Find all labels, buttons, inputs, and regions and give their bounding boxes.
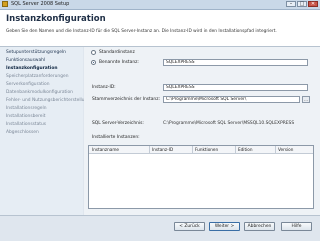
next-button[interactable]: Weiter > (209, 222, 240, 231)
step-ready-to-install: Installationsbereit (6, 114, 46, 119)
step-server-configuration: Serverkonfiguration (6, 82, 50, 87)
back-button[interactable]: < Zurück (174, 222, 205, 231)
table-header: Instanzname Instanz-ID Funktionen Editio… (89, 146, 313, 154)
footer-bar: < Zurück Weiter > Abbrechen Hilfe (0, 215, 320, 241)
step-instance-configuration[interactable]: Instanzkonfiguration (6, 66, 57, 71)
sql-directory-value: C:\Programme\Microsoft SQL Server\MSSQL1… (163, 121, 295, 126)
maximize-button[interactable]: □ (297, 1, 307, 7)
column-header-edition[interactable]: Edition (238, 147, 253, 152)
sql-directory-label: SQL Server-Verzeichnis: (92, 121, 144, 126)
column-separator (192, 146, 193, 153)
window-title: SQL Server 2008 Setup (11, 1, 70, 7)
named-instance-input[interactable]: SQLEXPRESS (163, 59, 308, 66)
column-separator (275, 146, 276, 153)
column-header-version[interactable]: Version (278, 147, 293, 152)
column-header-instance-name[interactable]: Instanzname (92, 147, 119, 152)
instance-id-input[interactable]: SQLEXPRESS (163, 84, 308, 91)
step-disk-space: Speicherplatzanforderungen (6, 74, 69, 79)
steps-sidebar: Setupunterstützungsregeln Funktionsauswa… (0, 47, 90, 215)
column-separator (235, 146, 236, 153)
page-title: Instanzkonfiguration (6, 14, 106, 24)
browse-button[interactable]: ... (302, 96, 310, 103)
step-setup-rules[interactable]: Setupunterstützungsregeln (6, 50, 66, 55)
column-separator (149, 146, 150, 153)
title-bar: SQL Server 2008 Setup – □ ✕ (0, 0, 320, 10)
help-button[interactable]: Hilfe (281, 222, 312, 231)
step-feature-selection[interactable]: Funktionsauswahl (6, 58, 45, 63)
step-installation-progress: Installationsstatus (6, 122, 47, 127)
column-header-instance-id[interactable]: Instanz-ID (152, 147, 173, 152)
setup-app-icon (2, 1, 8, 7)
close-button[interactable]: ✕ (308, 1, 318, 7)
step-error-reporting: Fehler- und Nutzungsberichterstellung (6, 98, 91, 103)
content-panel: Standardinstanz Benannte Instanz: SQLEXP… (84, 47, 320, 215)
step-complete: Abgeschlossen (6, 130, 39, 135)
default-instance-radio[interactable] (91, 50, 96, 55)
named-instance-label: Benannte Instanz: (99, 60, 139, 65)
column-header-features[interactable]: Funktionen (195, 147, 218, 152)
installed-instances-table[interactable]: Instanzname Instanz-ID Funktionen Editio… (88, 145, 314, 209)
minimize-button[interactable]: – (286, 1, 296, 7)
step-database-engine: Datenbankmodulkonfiguration (6, 90, 73, 95)
named-instance-radio[interactable] (91, 60, 96, 65)
page-description: Geben Sie den Namen und die Instanz-ID f… (6, 29, 277, 34)
default-instance-label: Standardinstanz (99, 50, 135, 55)
page-header: Instanzkonfiguration Geben Sie den Namen… (0, 10, 320, 47)
installed-instances-label: Installierte Instanzen: (92, 135, 140, 140)
root-directory-input[interactable]: C:\Programme\Microsoft SQL Server\ (163, 96, 300, 103)
cancel-button[interactable]: Abbrechen (244, 222, 275, 231)
step-installation-rules: Installationsregeln (6, 106, 47, 111)
instance-id-label: Instanz-ID: (92, 85, 116, 90)
root-directory-label: Stammverzeichnis der Instanz: (92, 97, 160, 102)
